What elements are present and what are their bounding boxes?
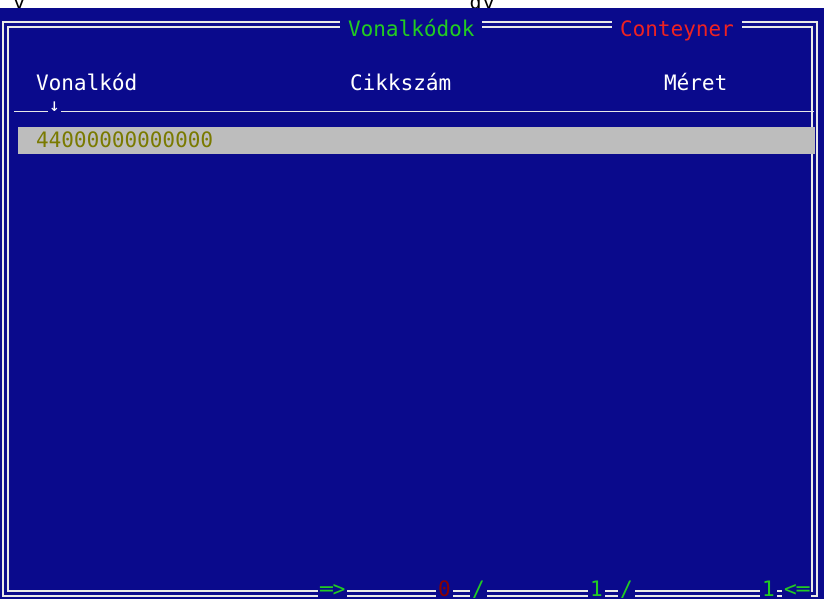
cell-vonalkod: 44000000000000 bbox=[36, 128, 214, 152]
table-row[interactable]: 44000000000000 bbox=[18, 127, 815, 154]
sort-down-arrow-icon: ↓ bbox=[48, 95, 61, 116]
status-arrow-left-icon: <═ bbox=[782, 574, 812, 599]
column-header-cikkszam[interactable]: Cikkszám bbox=[350, 70, 451, 96]
status-separator-2: / bbox=[618, 574, 635, 599]
status-separator-1: / bbox=[470, 574, 487, 599]
tab-conteyner[interactable]: Conteyner bbox=[612, 16, 742, 42]
header-separator bbox=[14, 111, 814, 112]
status-current-position: 1 bbox=[588, 574, 605, 599]
top-strip-text: _y _ _ _ _ _ _ _ _ _ _ _ _ _ _ _ _ _gy _… bbox=[0, 0, 824, 8]
tab-vonalkodok[interactable]: Vonalkódok bbox=[340, 16, 483, 42]
status-arrow-right-icon: ═> bbox=[318, 574, 348, 599]
status-total: 1 bbox=[760, 574, 777, 599]
column-header-vonalkod[interactable]: Vonalkód bbox=[36, 70, 137, 96]
column-header-meret[interactable]: Méret bbox=[664, 70, 727, 96]
status-marked-count: 0 bbox=[436, 574, 453, 599]
barcode-window: Vonalkódok Conteyner Vonalkód Cikkszám M… bbox=[0, 8, 824, 599]
